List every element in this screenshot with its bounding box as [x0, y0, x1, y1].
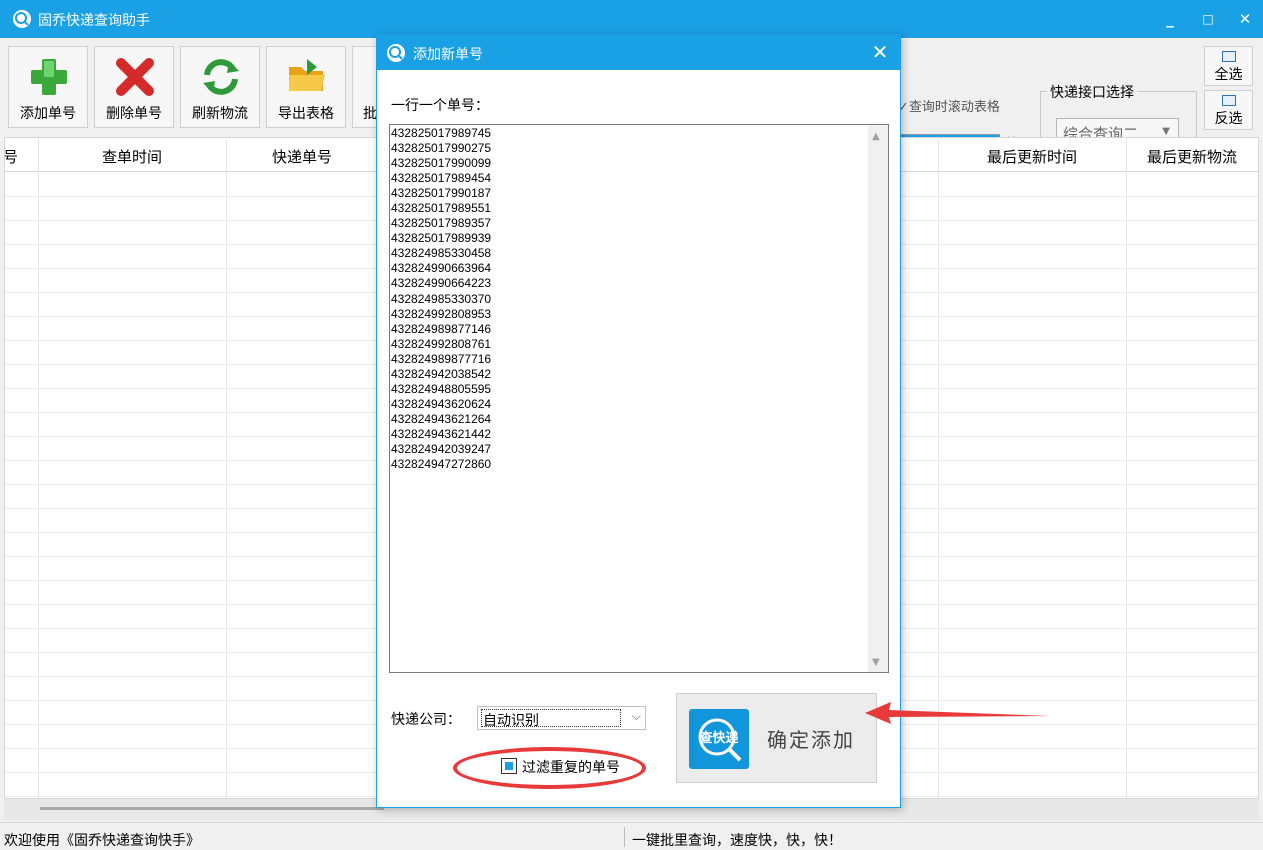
- select-all-icon: [1222, 51, 1236, 62]
- column-header[interactable]: 最后更新物流: [1127, 146, 1257, 167]
- invert-select-label: 反选: [1214, 111, 1243, 127]
- tracking-number-line: 432824992808761: [391, 336, 492, 351]
- maximize-button[interactable]: □: [1193, 6, 1223, 32]
- courier-company-label: 快递公司：: [391, 712, 461, 728]
- dialog-close-button[interactable]: ✕: [868, 40, 892, 64]
- column-header[interactable]: 查单时间: [39, 146, 225, 167]
- refresh-icon: [203, 59, 239, 95]
- tracking-number-line: 432825017990187: [391, 186, 492, 201]
- status-welcome: 欢迎使用《固乔快递查询快手》: [4, 833, 200, 849]
- tracking-number-line: 432824985330370: [391, 291, 492, 306]
- search-express-logo-icon: 查快递: [689, 709, 749, 769]
- status-bar: 欢迎使用《固乔快递查询快手》 一键批里查询，速度快，快，快！: [0, 822, 1263, 850]
- scroll-down-icon[interactable]: ▼: [872, 657, 880, 668]
- tracking-number-line: 432824989877716: [391, 351, 492, 366]
- invert-select-button[interactable]: 反选: [1204, 90, 1253, 130]
- refresh-logistics-button[interactable]: 刷新物流: [180, 46, 260, 128]
- minimize-button[interactable]: _: [1155, 6, 1185, 32]
- checkbox-box[interactable]: [501, 758, 517, 774]
- main-titlebar: 固乔快递查询助手 _ □ ✕: [0, 0, 1263, 38]
- logo-text: 查快递: [699, 731, 739, 746]
- tracking-number-line: 432825017989745: [391, 126, 492, 140]
- tracking-number-line: 432825017989454: [391, 171, 492, 186]
- red-x-icon: [116, 58, 154, 96]
- dialog-title: 添加新单号: [413, 47, 483, 63]
- tracking-number-line: 432824948805595: [391, 381, 492, 396]
- add-tracking-button[interactable]: 添加单号: [8, 46, 88, 128]
- export-table-button[interactable]: 导出表格: [266, 46, 346, 128]
- select-all-label: 全选: [1214, 67, 1243, 83]
- tracking-input-label: 一行一个单号：: [391, 98, 489, 114]
- tracking-number-line: 432824942039247: [391, 441, 492, 456]
- window-title: 固乔快递查询助手: [38, 13, 150, 29]
- app-logo-icon: [387, 44, 405, 62]
- tracking-number-line: 432825017990099: [391, 156, 492, 171]
- tracking-number-line: 432824943621442: [391, 426, 492, 441]
- tracking-number-line: 432824990663964: [391, 261, 492, 276]
- refresh-logistics-label: 刷新物流: [192, 106, 248, 122]
- add-tracking-label: 添加单号: [20, 106, 76, 122]
- dialog-titlebar: 添加新单号 ✕: [377, 35, 900, 70]
- scroll-table-option[interactable]: ✓查询时滚动表格: [898, 96, 1000, 115]
- tracking-number-line: 432824943621264: [391, 411, 492, 426]
- tracking-number-line: 432825017990275: [391, 141, 492, 156]
- app-logo-icon: [13, 10, 31, 28]
- export-table-label: 导出表格: [278, 106, 334, 122]
- delete-tracking-label: 删除单号: [106, 106, 162, 122]
- confirm-add-label: 确定添加: [767, 728, 855, 752]
- add-tracking-dialog: 添加新单号 ✕ 一行一个单号： 432825017989745 432825017…: [376, 34, 901, 808]
- confirm-add-button[interactable]: 查快递 确定添加: [676, 693, 877, 783]
- tracking-number-line: 432824992808953: [391, 306, 492, 321]
- delete-tracking-button[interactable]: 删除单号: [94, 46, 174, 128]
- checkbox-fill: [505, 762, 513, 770]
- annotation-arrow: [865, 702, 1050, 724]
- scrollbar-thumb[interactable]: [40, 807, 384, 810]
- column-header[interactable]: 快递单号: [227, 146, 377, 167]
- tracking-number-line: 432825017989357: [391, 216, 492, 231]
- textarea-vertical-scrollbar[interactable]: ▲ ▼: [868, 125, 888, 672]
- tracking-number-line: 432825017989551: [391, 201, 492, 216]
- tracking-number-line: 432824943620624: [391, 396, 492, 411]
- folder-icon: [289, 59, 325, 91]
- tracking-numbers-list: 432825017989745 432825017990275 4328250179…: [391, 126, 491, 472]
- tracking-number-line: 432824947272860: [391, 457, 492, 472]
- tracking-number-line: 432825017989939: [391, 231, 492, 246]
- select-all-button[interactable]: 全选: [1204, 46, 1253, 86]
- chevron-down-icon: ⌵: [631, 709, 641, 723]
- tracking-number-line: 432824989877146: [391, 321, 492, 336]
- filter-duplicates-label: 过滤重复的单号: [522, 760, 620, 776]
- tracking-numbers-textarea[interactable]: 432825017989745 432825017990275 4328250179…: [389, 124, 889, 673]
- close-button[interactable]: ✕: [1230, 6, 1260, 32]
- status-separator: [624, 827, 625, 847]
- api-group-title: 快递接口选择: [1047, 82, 1137, 102]
- courier-company-select[interactable]: 自动识别 ⌵: [477, 706, 646, 730]
- column-header[interactable]: 号: [5, 146, 18, 167]
- courier-company-value: 自动识别: [481, 709, 621, 729]
- invert-select-icon: [1222, 95, 1236, 106]
- scroll-up-icon[interactable]: ▲: [872, 131, 880, 142]
- status-slogan: 一键批里查询，速度快，快，快！: [632, 833, 842, 849]
- tracking-number-line: 432824990664223: [391, 276, 492, 291]
- tracking-number-line: 432824985330458: [391, 246, 492, 261]
- chevron-down-icon: ▼: [1162, 126, 1170, 137]
- tracking-number-line: 432824942038542: [391, 366, 492, 381]
- column-header[interactable]: 最后更新时间: [939, 146, 1125, 167]
- green-plus-icon: [31, 59, 67, 95]
